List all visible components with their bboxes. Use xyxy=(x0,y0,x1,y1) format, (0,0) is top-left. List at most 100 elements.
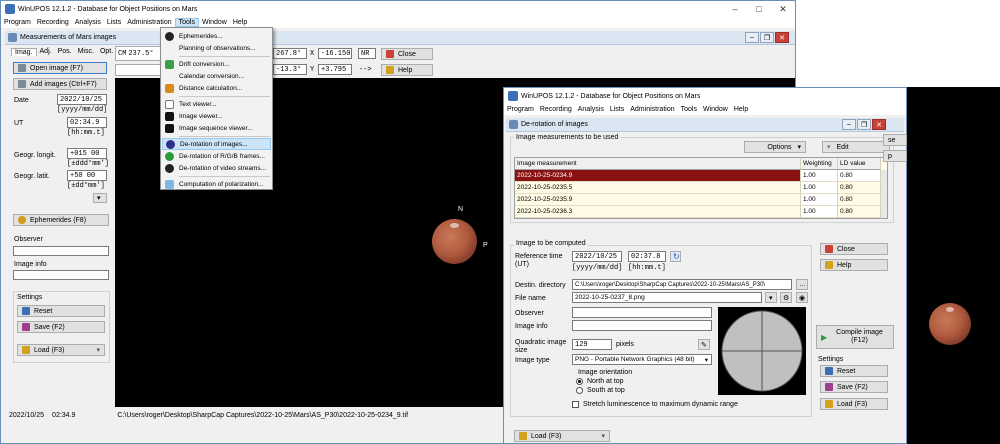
menu-window[interactable]: Window xyxy=(700,106,731,113)
maximize-icon[interactable]: □ xyxy=(747,1,771,17)
help-button[interactable]: Help xyxy=(820,259,888,271)
menu-analysis[interactable]: Analysis xyxy=(575,106,607,113)
column-header[interactable]: Weighting xyxy=(801,158,838,170)
observer-field[interactable] xyxy=(572,307,712,318)
column-header[interactable]: Image measurement xyxy=(515,158,801,170)
preview-button[interactable]: ◉ xyxy=(796,292,808,303)
save-icon xyxy=(825,383,833,391)
file-settings-button[interactable]: ⚙ xyxy=(780,292,792,303)
file-name-dropdown[interactable]: ▾ xyxy=(765,292,777,303)
table-scrollbar[interactable] xyxy=(881,170,887,218)
tab-misc[interactable]: Misc. xyxy=(75,48,97,56)
menu-item-text-viewer[interactable]: Text viewer... xyxy=(162,98,271,110)
latitude-field[interactable]: +50 00 xyxy=(67,170,107,181)
menu-item-image-sequence[interactable]: Image sequence viewer... xyxy=(162,122,271,134)
destination-directory-field[interactable]: C:\Users\roger\Desktop\SharpCap Captures… xyxy=(572,279,792,290)
file-name-field[interactable]: 2022-10-25-0237_8.png xyxy=(572,292,762,303)
table-cell: 0.80 xyxy=(838,194,881,206)
menu-item-distance[interactable]: Distance calculation... xyxy=(162,82,271,94)
menu-item-image-viewer[interactable]: Image viewer... xyxy=(162,110,271,122)
derot-title-bar[interactable]: WinUPOS 12.1.2 - Database for Object Pos… xyxy=(504,88,906,104)
edge-button-1[interactable]: se xyxy=(883,134,907,146)
close-button[interactable]: Close xyxy=(381,48,433,60)
main-title-bar[interactable]: WinUPOS 12.1.2 - Database for Object Pos… xyxy=(1,1,795,17)
mdi-minimize-icon[interactable]: – xyxy=(745,32,759,43)
menu-item-planning[interactable]: Planning of observations... xyxy=(162,42,271,54)
menu-window[interactable]: Window xyxy=(199,19,230,26)
behind-load-button[interactable]: Load (F3) ▾ xyxy=(514,430,610,442)
table-row[interactable]: 2022-10-25-0235.9 1.00 0.80 xyxy=(515,194,881,206)
menu-help[interactable]: Help xyxy=(731,106,751,113)
menu-recording[interactable]: Recording xyxy=(34,19,72,26)
menu-item-drift[interactable]: Drift conversion... xyxy=(162,58,271,70)
menu-administration[interactable]: Administration xyxy=(124,19,174,26)
north-at-top-radio[interactable] xyxy=(576,378,583,385)
ephemerides-button[interactable]: Ephemerides (F8) xyxy=(13,214,109,226)
menu-analysis[interactable]: Analysis xyxy=(72,19,104,26)
reference-date-field[interactable]: 2022/10/25 xyxy=(572,251,622,262)
observer-field[interactable] xyxy=(13,246,109,256)
menu-tools[interactable]: Tools xyxy=(174,18,199,27)
longitude-field[interactable]: +015 00 xyxy=(67,148,107,159)
measurements-title-bar[interactable]: Measurements of Mars images xyxy=(5,31,795,45)
mdi-minimize-icon[interactable]: – xyxy=(842,119,856,130)
menu-program[interactable]: Program xyxy=(1,19,34,26)
ut-field[interactable]: 02:34.9 xyxy=(67,117,107,128)
save-button[interactable]: Save (F2) xyxy=(17,321,105,333)
image-info-field[interactable] xyxy=(572,320,712,331)
quadratic-size-field[interactable]: 129 xyxy=(572,339,612,350)
options-button[interactable]: Options ▾ xyxy=(744,141,806,153)
menu-tools[interactable]: Tools xyxy=(678,106,700,113)
load-button[interactable]: Load (F3) xyxy=(820,398,888,410)
menu-administration[interactable]: Administration xyxy=(627,106,677,113)
table-row[interactable]: 2022-10-25-0235.5 1.00 0.80 xyxy=(515,182,881,194)
save-button[interactable]: Save (F2) xyxy=(820,381,888,393)
south-at-top-radio[interactable] xyxy=(576,387,583,394)
table-row[interactable]: 2022-10-25-0236.3 1.00 0.80 xyxy=(515,206,881,218)
edge-button-2[interactable]: p xyxy=(883,150,907,162)
menu-item-derotation-video[interactable]: De-rotation of video streams... xyxy=(162,162,271,174)
date-field[interactable]: 2022/10/25 xyxy=(57,94,107,105)
menu-program[interactable]: Program xyxy=(504,106,537,113)
help-button[interactable]: Help xyxy=(381,64,433,76)
menu-item-ephemerides[interactable]: Ephemerides... xyxy=(162,30,271,42)
menu-item-derotation-rgb[interactable]: De-rotation of R/G/B frames... xyxy=(162,150,271,162)
load-button[interactable]: Load (F3) ▾ xyxy=(17,344,105,356)
browse-directory-button[interactable]: … xyxy=(796,279,808,290)
mdi-close-icon[interactable]: ✕ xyxy=(872,119,886,130)
latitude-dropdown-button[interactable]: ▾ xyxy=(93,193,107,203)
image-type-select[interactable]: PNG - Portable Network Graphics (48 bit)… xyxy=(572,354,712,365)
menu-item-calendar[interactable]: Calendar conversion... xyxy=(162,70,271,82)
menu-lists[interactable]: Lists xyxy=(607,106,627,113)
tab-pos[interactable]: Pos. xyxy=(55,48,75,56)
tab-imag[interactable]: Imag. xyxy=(11,48,37,56)
edit-button[interactable]: ▾ Edit xyxy=(822,141,890,153)
menu-recording[interactable]: Recording xyxy=(537,106,575,113)
image-info-field[interactable] xyxy=(13,270,109,280)
compile-image-button[interactable]: ▶ Compile image (F12) xyxy=(816,325,894,349)
add-images-button[interactable]: Add images (Ctrl+F7) xyxy=(13,78,107,90)
menu-item-derotation-images[interactable]: De-rotation of images... xyxy=(162,138,271,150)
menu-help[interactable]: Help xyxy=(230,19,250,26)
mdi-close-icon[interactable]: ✕ xyxy=(775,32,789,43)
add-images-label: Add images (Ctrl+F7) xyxy=(30,80,97,88)
tab-opt[interactable]: Opt. xyxy=(97,48,116,56)
menu-item-label: Image sequence viewer... xyxy=(179,124,253,132)
table-row[interactable]: 2022-10-25-0234.9 1.00 0.80 xyxy=(515,170,881,182)
reference-time-field[interactable]: 02:37.8 xyxy=(628,251,666,262)
tab-adj[interactable]: Adj. xyxy=(37,48,55,56)
mdi-restore-icon[interactable]: ❐ xyxy=(857,119,871,130)
open-image-button[interactable]: Open image (F7) xyxy=(13,62,107,74)
reset-button[interactable]: Reset xyxy=(820,365,888,377)
column-header[interactable]: LD value xyxy=(838,158,881,170)
refresh-time-button[interactable]: ↻ xyxy=(670,251,681,262)
size-tool-button[interactable]: ✎ xyxy=(698,339,710,350)
close-icon[interactable]: ✕ xyxy=(771,1,795,17)
menu-item-polarization[interactable]: Computation of polarization... xyxy=(162,178,271,190)
close-button[interactable]: Close xyxy=(820,243,888,255)
minimize-icon[interactable]: – xyxy=(723,1,747,17)
mdi-restore-icon[interactable]: ❐ xyxy=(760,32,774,43)
stretch-checkbox[interactable] xyxy=(572,401,579,408)
reset-button[interactable]: Reset xyxy=(17,305,105,317)
menu-lists[interactable]: Lists xyxy=(104,19,124,26)
